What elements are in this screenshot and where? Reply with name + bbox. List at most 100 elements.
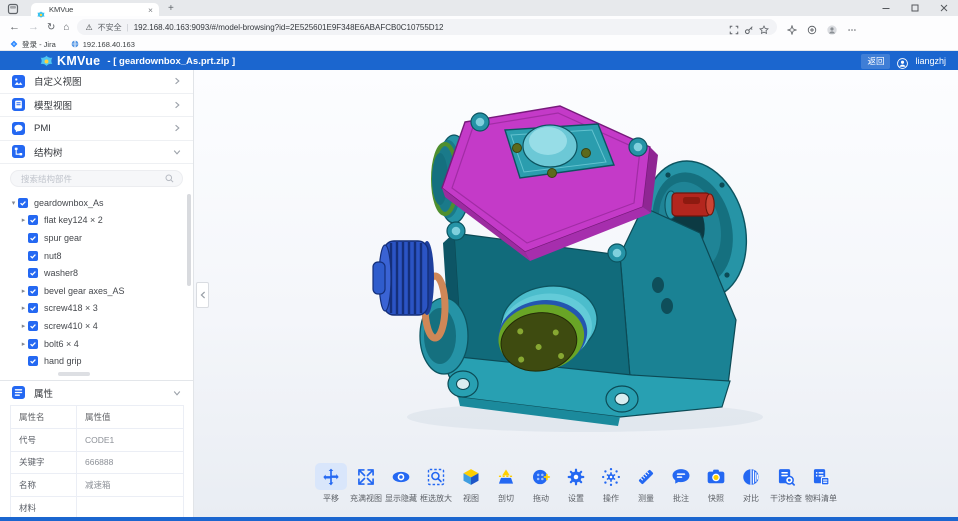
panel-icon bbox=[12, 122, 25, 135]
username[interactable]: liangzhj bbox=[915, 56, 946, 66]
tree-item[interactable]: spur gear bbox=[0, 229, 193, 247]
tree-checkbox[interactable] bbox=[28, 233, 38, 243]
window-close-button[interactable] bbox=[929, 0, 958, 16]
sidebar-divider bbox=[0, 380, 193, 381]
sidebar-collapse-handle[interactable] bbox=[196, 282, 209, 308]
tool-camera[interactable]: 快照 bbox=[700, 463, 732, 504]
sidebar-panel-custom-views[interactable]: 自定义视图 bbox=[0, 70, 193, 94]
tree-item[interactable]: washer8 bbox=[0, 264, 193, 282]
tab-actions-icon[interactable] bbox=[7, 2, 19, 14]
tree-checkbox[interactable] bbox=[28, 268, 38, 278]
tree-item[interactable]: nut8 bbox=[0, 247, 193, 265]
tool-eye[interactable]: 显示隐藏 bbox=[385, 463, 417, 504]
tree-vertical-scrollbar[interactable] bbox=[187, 194, 191, 286]
properties-panel-header[interactable]: 属性 bbox=[0, 382, 193, 403]
tree-item[interactable]: ▸ bevel gear axes_AS bbox=[0, 282, 193, 300]
tree-checkbox[interactable] bbox=[28, 286, 38, 296]
browser-tab[interactable]: KMVue × bbox=[31, 3, 159, 16]
refresh-icon[interactable]: ↻ bbox=[47, 22, 55, 33]
sparkle-icon[interactable] bbox=[787, 22, 797, 32]
tree-horizontal-scrollbar[interactable] bbox=[58, 372, 90, 376]
tool-gear[interactable]: 设置 bbox=[560, 463, 592, 504]
tree-checkbox[interactable] bbox=[28, 251, 38, 261]
search-input[interactable] bbox=[19, 173, 161, 185]
tree-checkbox[interactable] bbox=[28, 356, 38, 366]
new-tab-button[interactable]: + bbox=[168, 3, 174, 14]
back-icon[interactable]: ← bbox=[9, 22, 20, 33]
tool-label: 批注 bbox=[673, 493, 689, 504]
tree-item[interactable]: ▸ screw410 × 4 bbox=[0, 317, 193, 335]
sidebar-panel-pmi[interactable]: PMI bbox=[0, 117, 193, 141]
tree-item[interactable]: ▾ geardownbox_As bbox=[0, 194, 193, 212]
expand-arrow-icon[interactable]: ▸ bbox=[19, 287, 28, 295]
tool-compare[interactable]: 对比 bbox=[735, 463, 767, 504]
tree-checkbox[interactable] bbox=[28, 339, 38, 349]
browser-avatar-icon[interactable] bbox=[827, 22, 837, 32]
tool-operate[interactable]: 操作 bbox=[595, 463, 627, 504]
tool-label: 拖动 bbox=[533, 493, 549, 504]
bookmark-ip[interactable]: 192.168.40.163 bbox=[71, 40, 135, 49]
tool-comment[interactable]: 批注 bbox=[665, 463, 697, 504]
bookmark-jira[interactable]: 登录 - Jira bbox=[10, 39, 56, 50]
expand-arrow-icon[interactable]: ▸ bbox=[19, 322, 28, 330]
window-maximize-button[interactable] bbox=[900, 0, 929, 16]
property-value: 减速箱 bbox=[77, 474, 183, 496]
browser-window: KMVue × + ← → ↻ ⌂ ⚠ 不安全 | 192.168.40.163… bbox=[0, 0, 958, 521]
tree-item[interactable]: hand grip bbox=[0, 352, 193, 370]
bookmark-label: 登录 - Jira bbox=[22, 39, 56, 50]
app-header: KMVue - [ geardownbox_As.prt.zip ] 返回 li… bbox=[0, 51, 958, 71]
home-icon[interactable]: ⌂ bbox=[63, 22, 69, 33]
tree-checkbox[interactable] bbox=[28, 215, 38, 225]
forward-icon[interactable]: → bbox=[28, 22, 39, 33]
tool-section[interactable]: 剖切 bbox=[490, 463, 522, 504]
tree-item[interactable]: ▸ bolt6 × 4 bbox=[0, 335, 193, 353]
tree-search-box[interactable] bbox=[10, 170, 183, 187]
tab-close-icon[interactable]: × bbox=[148, 6, 153, 14]
tool-interference[interactable]: 干涉检查 bbox=[770, 463, 802, 504]
panel-label: 自定义视图 bbox=[34, 74, 173, 88]
tree-item-label: geardownbox_As bbox=[34, 198, 104, 208]
browser-address-row: ← → ↻ ⌂ ⚠ 不安全 | 192.168.40.163:9093/#/mo… bbox=[0, 16, 958, 38]
tool-boxzoom[interactable]: 框选放大 bbox=[420, 463, 452, 504]
tool-label: 测量 bbox=[638, 493, 654, 504]
return-button[interactable]: 返回 bbox=[861, 54, 890, 69]
tool-fit[interactable]: 充满视图 bbox=[350, 463, 382, 504]
tree-item-label: bevel gear axes_AS bbox=[44, 286, 125, 296]
app-logo-text: KMVue bbox=[57, 54, 100, 68]
sidebar-panels: 自定义视图 模型视图 PMI 结构树 bbox=[0, 70, 193, 164]
browser-menu-icon[interactable] bbox=[847, 22, 857, 32]
sidebar-panel-model-views[interactable]: 模型视图 bbox=[0, 94, 193, 118]
tool-bom[interactable]: 物料清单 bbox=[805, 463, 837, 504]
password-key-icon[interactable] bbox=[744, 22, 754, 32]
expand-arrow-icon[interactable]: ▸ bbox=[19, 340, 28, 348]
expand-arrow-icon[interactable]: ▸ bbox=[19, 304, 28, 312]
sidebar-panel-structure-tree[interactable]: 结构树 bbox=[0, 141, 193, 165]
security-warning-icon: ⚠ bbox=[85, 23, 92, 32]
search-wrap bbox=[0, 164, 193, 192]
tool-cube[interactable]: 视图 bbox=[455, 463, 487, 504]
gearbox-model[interactable] bbox=[370, 85, 770, 455]
collections-icon[interactable] bbox=[807, 22, 817, 32]
tool-icon bbox=[735, 463, 767, 490]
address-bar[interactable]: ⚠ 不安全 | 192.168.40.163:9093/#/model-brow… bbox=[77, 19, 777, 35]
tree-item[interactable]: ▸ screw418 × 3 bbox=[0, 300, 193, 318]
expand-arrow-icon[interactable]: ▾ bbox=[9, 199, 18, 207]
tree-checkbox[interactable] bbox=[28, 321, 38, 331]
tool-pan[interactable]: 平移 bbox=[315, 463, 347, 504]
window-minimize-button[interactable] bbox=[871, 0, 900, 16]
tree-item[interactable]: ▸ flat key124 × 2 bbox=[0, 212, 193, 230]
user-avatar-icon[interactable] bbox=[897, 56, 908, 67]
tree-checkbox[interactable] bbox=[18, 198, 28, 208]
kmvue-favicon-icon bbox=[37, 6, 45, 14]
sidebar: 自定义视图 模型视图 PMI 结构树 ▾ geardownbox_As ▸ fl… bbox=[0, 70, 194, 517]
model-canvas[interactable]: 平移 充满视图 显示隐藏 框选放大 视图 剖切 拖动 设置 操作 测量 批注 快… bbox=[194, 70, 958, 517]
security-label: 不安全 bbox=[98, 22, 122, 33]
fullscreen-icon[interactable] bbox=[729, 22, 739, 32]
tool-ruler[interactable]: 测量 bbox=[630, 463, 662, 504]
favorite-star-icon[interactable] bbox=[759, 22, 769, 32]
tree-checkbox[interactable] bbox=[28, 303, 38, 313]
expand-arrow-icon[interactable]: ▸ bbox=[19, 216, 28, 224]
tool-drag[interactable]: 拖动 bbox=[525, 463, 557, 504]
property-name: 材料 bbox=[11, 497, 77, 519]
tool-icon bbox=[665, 463, 697, 490]
